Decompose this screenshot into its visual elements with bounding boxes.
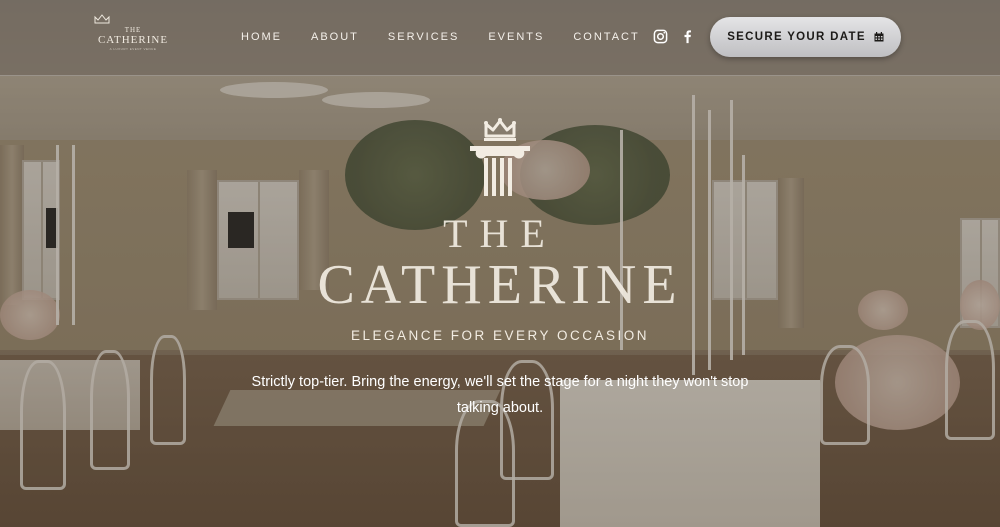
nav-home[interactable]: HOME: [241, 31, 282, 43]
site-logo[interactable]: THE CATHERINE A LUXURY EVENT VENUE: [92, 14, 174, 51]
logo-crown-icon: [94, 14, 110, 24]
facebook-link[interactable]: [680, 29, 695, 44]
secure-your-date-button[interactable]: SECURE YOUR DATE: [710, 17, 901, 57]
crown-column-icon: [470, 118, 530, 196]
logo-tagline: A LUXURY EVENT VENUE: [109, 47, 157, 51]
instagram-link[interactable]: [653, 29, 668, 44]
main-nav: HOME ABOUT SERVICES EVENTS CONTACT: [241, 31, 669, 43]
nav-events[interactable]: EVENTS: [488, 31, 544, 43]
cta-label: SECURE YOUR DATE: [727, 31, 866, 43]
hero-brand-name: CATHERINE: [317, 254, 683, 316]
hero-brand-the: THE: [443, 211, 557, 256]
nav-about[interactable]: ABOUT: [311, 31, 359, 43]
hero-intro-text: Strictly top-tier. Bring the energy, we'…: [251, 374, 749, 416]
instagram-icon: [653, 29, 668, 44]
facebook-icon: [684, 30, 691, 44]
hero-tagline: ELEGANCE FOR EVERY OCCASION: [350, 328, 650, 343]
calendar-icon: [874, 32, 884, 42]
site-header: THE CATHERINE A LUXURY EVENT VENUE HOME …: [0, 0, 1000, 76]
nav-contact[interactable]: CONTACT: [573, 31, 639, 43]
nav-services[interactable]: SERVICES: [388, 31, 459, 43]
logo-the: THE: [124, 26, 142, 34]
social-links: [653, 29, 695, 44]
logo-name: CATHERINE: [97, 34, 169, 46]
